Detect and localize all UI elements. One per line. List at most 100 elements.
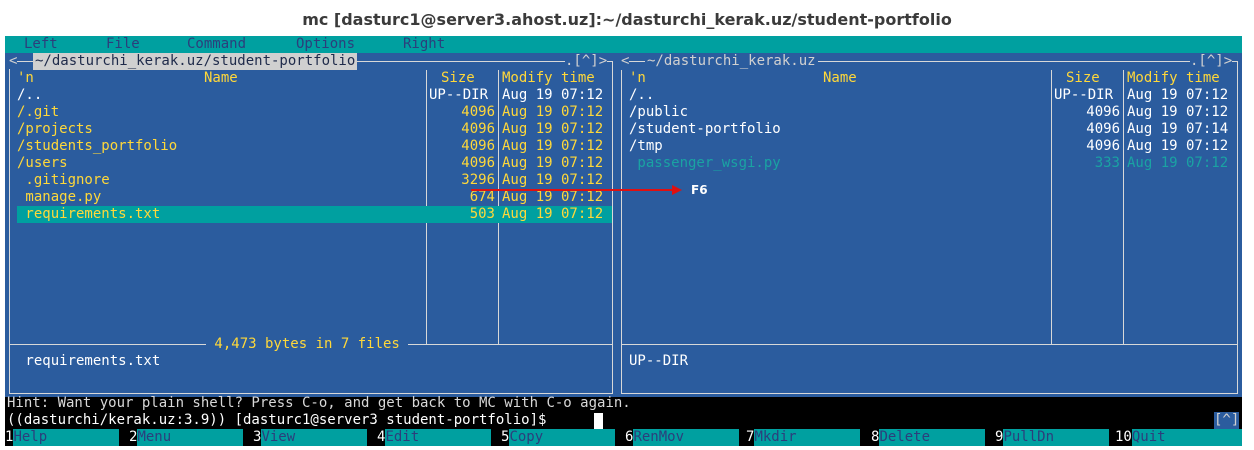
left-sort-indicator[interactable]: 'n — [17, 70, 34, 87]
file-name: /student-portfolio — [629, 121, 781, 137]
file-mtime: Aug 19 07:12 — [1127, 87, 1229, 103]
window-title: mc [dasturc1@server3.ahost.uz]:~/dasturc… — [0, 0, 1254, 34]
fkey-number: 3 — [253, 429, 262, 445]
file-mtime: Aug 19 07:12 — [502, 155, 604, 171]
file-size: 4096 — [1086, 121, 1120, 137]
file-size: 4096 — [1086, 138, 1120, 154]
text-cursor — [594, 413, 603, 429]
fkey-number: 2 — [129, 429, 138, 445]
menu-bar: Left File Command Options Right — [5, 36, 1242, 53]
file-mtime: Aug 19 07:12 — [1127, 104, 1229, 120]
panel-frame-left-corner: < — [9, 53, 18, 69]
file-mtime: Aug 19 07:12 — [1127, 138, 1229, 154]
file-mtime: Aug 19 07:12 — [1127, 155, 1229, 171]
file-mtime: Aug 19 07:12 — [502, 206, 604, 222]
file-mtime: Aug 19 07:12 — [502, 189, 604, 205]
panel-frame-left-corner: < — [621, 53, 630, 70]
menu-options[interactable]: Options — [296, 36, 355, 53]
annotation-f6-label: F6 — [691, 183, 708, 197]
terminal[interactable]: Left File Command Options Right < ~/dast… — [5, 36, 1242, 446]
menu-left[interactable]: Left — [24, 36, 58, 53]
fkey-label: Copy — [509, 429, 616, 446]
file-name: /.. — [17, 87, 43, 103]
left-panel-status: requirements.txt — [17, 353, 161, 369]
left-col-mtime[interactable]: Modify time — [502, 70, 595, 87]
right-panel-corner-controls[interactable]: .[^]> — [1190, 53, 1233, 70]
fkey-quit[interactable]: 10Quit — [1115, 429, 1242, 446]
file-size: 4096 — [461, 104, 495, 120]
fkey-mkdir[interactable]: 7Mkdir — [746, 429, 861, 446]
file-name: .gitignore — [17, 172, 110, 188]
file-name: manage.py — [17, 189, 102, 205]
function-key-bar: 1Help 2Menu 3View 4Edit 5Copy 6RenMov 7M… — [5, 429, 1242, 446]
left-col-size[interactable]: Size — [441, 70, 475, 87]
fkey-label: Mkdir — [754, 429, 861, 446]
fkey-label: Quit — [1131, 429, 1242, 446]
file-name: /.git — [17, 104, 60, 120]
file-size: 3296 — [461, 172, 495, 188]
fkey-delete[interactable]: 8Delete — [871, 429, 986, 446]
menu-command[interactable]: Command — [187, 36, 246, 53]
right-col-name[interactable]: Name — [823, 70, 857, 87]
fkey-number: 8 — [871, 429, 880, 445]
right-panel-status: UP--DIR — [629, 353, 689, 369]
file-name: /public — [629, 104, 689, 120]
fkey-number: 4 — [377, 429, 386, 445]
fkey-number: 5 — [501, 429, 510, 445]
file-size: 4096 — [461, 155, 495, 171]
fkey-edit[interactable]: 4Edit — [377, 429, 492, 446]
file-name: /users — [17, 155, 68, 171]
file-mtime: Aug 19 07:12 — [502, 172, 604, 188]
right-col-mtime[interactable]: Modify time — [1127, 70, 1220, 87]
file-size: 4096 — [461, 138, 495, 154]
file-mtime: Aug 19 07:14 — [1127, 121, 1229, 137]
fkey-copy[interactable]: 5Copy — [501, 429, 616, 446]
file-size: 674 — [469, 189, 495, 205]
fkey-number: 7 — [746, 429, 755, 445]
left-panel-corner-controls[interactable]: .[^]> — [565, 53, 608, 70]
fkey-number: 10 — [1115, 429, 1132, 445]
menu-right[interactable]: Right — [403, 36, 445, 53]
left-panel-path[interactable]: ~/dasturchi_kerak.uz/student-portfolio — [33, 53, 358, 70]
fkey-label: Help — [13, 429, 120, 446]
file-name: requirements.txt — [17, 206, 161, 222]
fkey-renmov[interactable]: 6RenMov — [625, 429, 740, 446]
fkey-label: RenMov — [633, 429, 740, 446]
right-panel[interactable]: < ~/dasturchi_kerak.uz .[^]> 'n Name Siz… — [617, 53, 1242, 397]
shell-prompt[interactable]: ((dasturchi/kerak.uz:3.9)) [dasturc1@ser… — [7, 412, 555, 429]
fkey-label: Edit — [385, 429, 492, 446]
left-panel-summary: 4,473 bytes in 7 files — [206, 336, 409, 353]
file-name: /.. — [629, 87, 655, 103]
right-col-size[interactable]: Size — [1066, 70, 1100, 87]
file-mtime: Aug 19 07:12 — [502, 104, 604, 120]
fkey-label: Delete — [879, 429, 986, 446]
fkey-label: PullDn — [1003, 429, 1110, 446]
file-name: /projects — [17, 121, 93, 137]
file-size: UP--DIR — [429, 87, 489, 103]
fkey-menu[interactable]: 2Menu — [129, 429, 244, 446]
fkey-help[interactable]: 1Help — [5, 429, 120, 446]
file-mtime: Aug 19 07:12 — [502, 121, 604, 137]
fkey-label: View — [261, 429, 368, 446]
file-mtime: Aug 19 07:12 — [502, 138, 604, 154]
file-name: /students_portfolio — [17, 138, 178, 154]
hint-line: Hint: Want your plain shell? Press C-o, … — [7, 395, 631, 411]
file-name: passenger_wsgi.py — [629, 155, 781, 171]
file-mtime: Aug 19 07:12 — [502, 87, 604, 103]
fkey-pulldn[interactable]: 9PullDn — [995, 429, 1110, 446]
menu-file[interactable]: File — [106, 36, 140, 53]
file-name: /tmp — [629, 138, 663, 154]
right-panel-path[interactable]: ~/dasturchi_kerak.uz — [645, 53, 818, 70]
fkey-view[interactable]: 3View — [253, 429, 368, 446]
fkey-number: 6 — [625, 429, 634, 445]
panel-indicator[interactable]: [^] — [1214, 412, 1240, 429]
right-sort-indicator[interactable]: 'n — [629, 70, 646, 87]
left-col-name[interactable]: Name — [204, 70, 238, 87]
file-size: 503 — [469, 206, 495, 222]
file-size: 333 — [1094, 155, 1120, 171]
file-size: UP--DIR — [1054, 87, 1114, 103]
left-panel[interactable]: < ~/dasturchi_kerak.uz/student-portfolio… — [5, 53, 617, 397]
fkey-label: Menu — [137, 429, 244, 446]
fkey-number: 1 — [5, 429, 14, 445]
file-size: 4096 — [1086, 104, 1120, 120]
